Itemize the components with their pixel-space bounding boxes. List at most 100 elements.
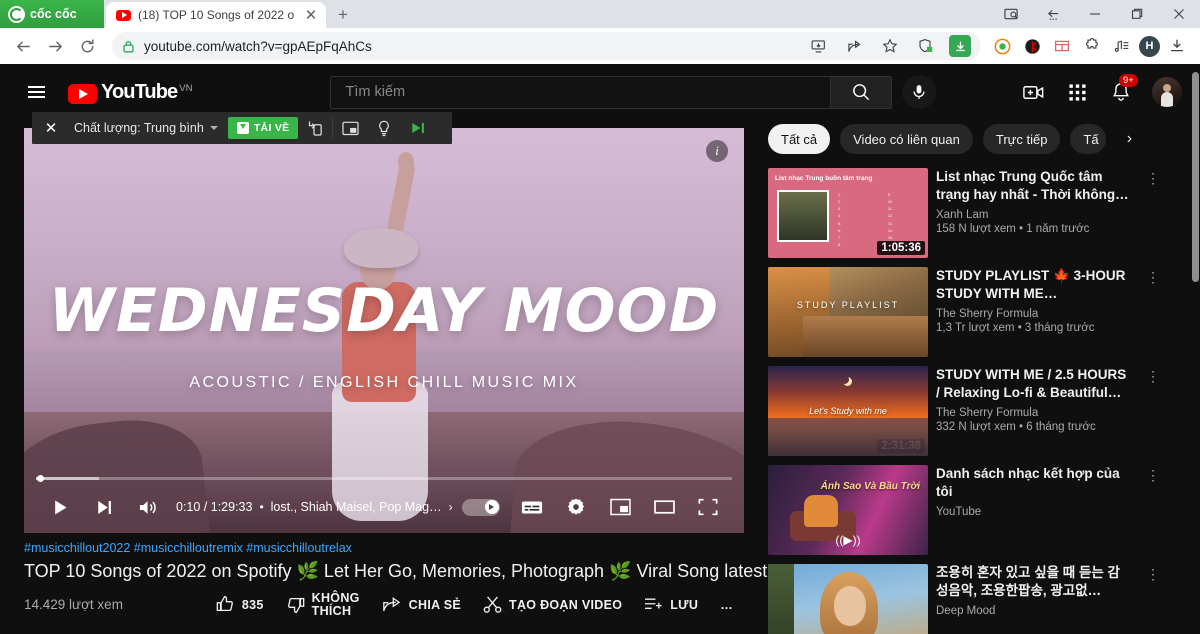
- reload-icon[interactable]: [72, 31, 102, 61]
- more-menu-icon[interactable]: ⋮: [1142, 168, 1164, 258]
- microphone-icon[interactable]: [902, 75, 936, 109]
- thumbnail-foliage: [768, 564, 794, 634]
- video-title[interactable]: STUDY WITH ME / 2.5 HOURS / Relaxing Lo-…: [936, 366, 1132, 402]
- next-button[interactable]: [82, 487, 126, 527]
- kaspersky-icon[interactable]: [1019, 33, 1045, 59]
- list-item[interactable]: 조용히 혼자 있고 싶을 때 듣는 감성음악, 조용한팝송, 광고없… Deep…: [768, 564, 1164, 634]
- theater-button[interactable]: [642, 487, 686, 527]
- address-bar[interactable]: youtube.com/watch?v=gpAEpFqAhCs: [112, 32, 981, 60]
- channel-name[interactable]: Xanh Lam: [936, 209, 1132, 221]
- apps-grid-icon[interactable]: [1064, 79, 1090, 105]
- quality-dropdown[interactable]: Chất lượng: Trung bình: [70, 121, 228, 135]
- list-item[interactable]: Let's Study with me 2:31:38 STUDY WITH M…: [768, 366, 1164, 456]
- avatar[interactable]: [1152, 77, 1182, 107]
- lightbulb-icon[interactable]: [367, 112, 401, 144]
- channel-name[interactable]: YouTube: [936, 506, 1132, 518]
- new-tab-button[interactable]: +: [334, 6, 352, 24]
- video-title[interactable]: List nhạc Trung Quốc tâm trạng hay nhất …: [936, 168, 1132, 204]
- create-video-icon[interactable]: [1020, 79, 1046, 105]
- volume-button[interactable]: [126, 487, 170, 527]
- bookmark-star-icon[interactable]: [877, 33, 903, 59]
- shield-adblock-icon[interactable]: [913, 33, 939, 59]
- thumbnail-track-col-1: 1.2.3.4.5.6.7.8.: [838, 192, 841, 249]
- notifications-bell-icon[interactable]: 9+: [1108, 79, 1134, 105]
- clip-button[interactable]: TẠO ĐOẠN VIDEO: [472, 595, 633, 614]
- video-thumbnail[interactable]: List nhạc Trung buồn tâm trạng 1.2.3.4.5…: [768, 168, 928, 258]
- chip-tat-ca[interactable]: Tất cả: [768, 124, 830, 154]
- youtube-logo[interactable]: YouTube VN: [68, 81, 192, 104]
- picture-in-picture-icon[interactable]: [333, 112, 367, 144]
- progress-scrubber[interactable]: [37, 475, 44, 482]
- download-button[interactable]: TẢI VỀ: [228, 117, 299, 139]
- video-player[interactable]: WEDNESDAY MOOD ACOUSTIC / ENGLISH CHILL …: [24, 128, 744, 533]
- channel-name[interactable]: The Sherry Formula: [936, 407, 1132, 419]
- channel-name[interactable]: The Sherry Formula: [936, 308, 1132, 320]
- channel-name[interactable]: Deep Mood: [936, 605, 1132, 617]
- info-icon[interactable]: i: [706, 140, 728, 162]
- like-button[interactable]: 835: [205, 595, 275, 614]
- list-item[interactable]: STUDY PLAYLIST 2:53:30 STUDY PLAYLIST 🍁 …: [768, 267, 1164, 357]
- page-scrollbar[interactable]: [1191, 64, 1200, 634]
- maximize-button[interactable]: [1116, 0, 1158, 28]
- puzzle-extension-icon[interactable]: [1079, 33, 1105, 59]
- video-tags[interactable]: #musicchillout2022 #musicchilloutremix #…: [24, 541, 744, 555]
- downloads-icon[interactable]: [1164, 33, 1190, 59]
- miniplayer-button[interactable]: [598, 487, 642, 527]
- thumbnail-person: [804, 495, 838, 527]
- chip-partial[interactable]: Tấ: [1070, 124, 1106, 154]
- download-green-icon[interactable]: [949, 35, 971, 57]
- scrollbar-thumb[interactable]: [1192, 72, 1199, 282]
- more-menu-icon[interactable]: ⋮: [1142, 465, 1164, 555]
- fullscreen-button[interactable]: [686, 487, 730, 527]
- video-thumbnail[interactable]: STUDY PLAYLIST 2:53:30: [768, 267, 928, 357]
- chip-truc-tiep[interactable]: Trực tiếp: [983, 124, 1061, 154]
- share-button[interactable]: CHIA SẺ: [371, 595, 472, 614]
- chevron-right-icon[interactable]: ›: [1116, 126, 1142, 152]
- close-icon[interactable]: ✕: [302, 6, 320, 24]
- save-button[interactable]: LƯU: [633, 596, 709, 613]
- coccoc-brand-tab[interactable]: cốc cốc: [0, 0, 104, 28]
- video-thumbnail[interactable]: [768, 564, 928, 634]
- browser-window: cốc cốc (18) TOP 10 Songs of 2022 o ✕ +: [0, 0, 1200, 634]
- search-box[interactable]: [330, 76, 830, 109]
- back-history-icon[interactable]: [1032, 0, 1074, 28]
- search-input[interactable]: [345, 84, 830, 100]
- skip-ad-icon[interactable]: [401, 112, 435, 144]
- play-button[interactable]: [38, 487, 82, 527]
- video-thumbnail[interactable]: Ánh Sao Và Bầu Trời ((▶)): [768, 465, 928, 555]
- chapter-title[interactable]: lost., Shiah Maisel, Pop Mag…: [271, 500, 442, 514]
- list-item[interactable]: Ánh Sao Và Bầu Trời ((▶)) Danh sách nhạc…: [768, 465, 1164, 555]
- video-thumbnail[interactable]: Let's Study with me 2:31:38: [768, 366, 928, 456]
- close-icon[interactable]: ✕: [32, 112, 70, 144]
- save-to-device-icon[interactable]: [298, 112, 332, 144]
- more-menu-icon[interactable]: ⋮: [1142, 564, 1164, 634]
- guide-menu-icon[interactable]: [16, 72, 56, 112]
- more-menu-icon[interactable]: ⋮: [1142, 267, 1164, 357]
- dislike-button[interactable]: KHÔNG THÍCH: [275, 592, 371, 618]
- chip-video-lien-quan[interactable]: Video có liên quan: [840, 124, 973, 154]
- chapter-next-icon[interactable]: ›: [449, 500, 453, 514]
- browser-tab[interactable]: (18) TOP 10 Songs of 2022 o ✕: [106, 2, 326, 28]
- close-window-button[interactable]: [1158, 0, 1200, 28]
- forward-icon[interactable]: [40, 31, 70, 61]
- save-page-icon[interactable]: [805, 33, 831, 59]
- more-menu-icon[interactable]: ⋮: [1142, 366, 1164, 456]
- coccoc-circle-icon[interactable]: [989, 33, 1015, 59]
- search-icon[interactable]: [830, 76, 892, 109]
- profile-h-icon[interactable]: H: [1139, 36, 1160, 57]
- video-title[interactable]: STUDY PLAYLIST 🍁 3-HOUR STUDY WITH ME…: [936, 267, 1132, 303]
- more-actions-button[interactable]: …: [709, 598, 744, 612]
- screenshot-capture-icon[interactable]: [990, 0, 1032, 28]
- progress-bar[interactable]: [36, 477, 732, 480]
- video-title[interactable]: Danh sách nhạc kết hợp của tôi: [936, 465, 1132, 501]
- back-icon[interactable]: [8, 31, 38, 61]
- list-item[interactable]: List nhạc Trung buồn tâm trạng 1.2.3.4.5…: [768, 168, 1164, 258]
- share-icon[interactable]: [841, 33, 867, 59]
- settings-button[interactable]: [554, 487, 598, 527]
- table-extension-icon[interactable]: [1049, 33, 1075, 59]
- subtitles-button[interactable]: [510, 487, 554, 527]
- video-title[interactable]: 조용히 혼자 있고 싶을 때 듣는 감성음악, 조용한팝송, 광고없…: [936, 564, 1132, 600]
- minimize-button[interactable]: [1074, 0, 1116, 28]
- autoplay-toggle[interactable]: [462, 499, 500, 516]
- music-extension-icon[interactable]: [1109, 33, 1135, 59]
